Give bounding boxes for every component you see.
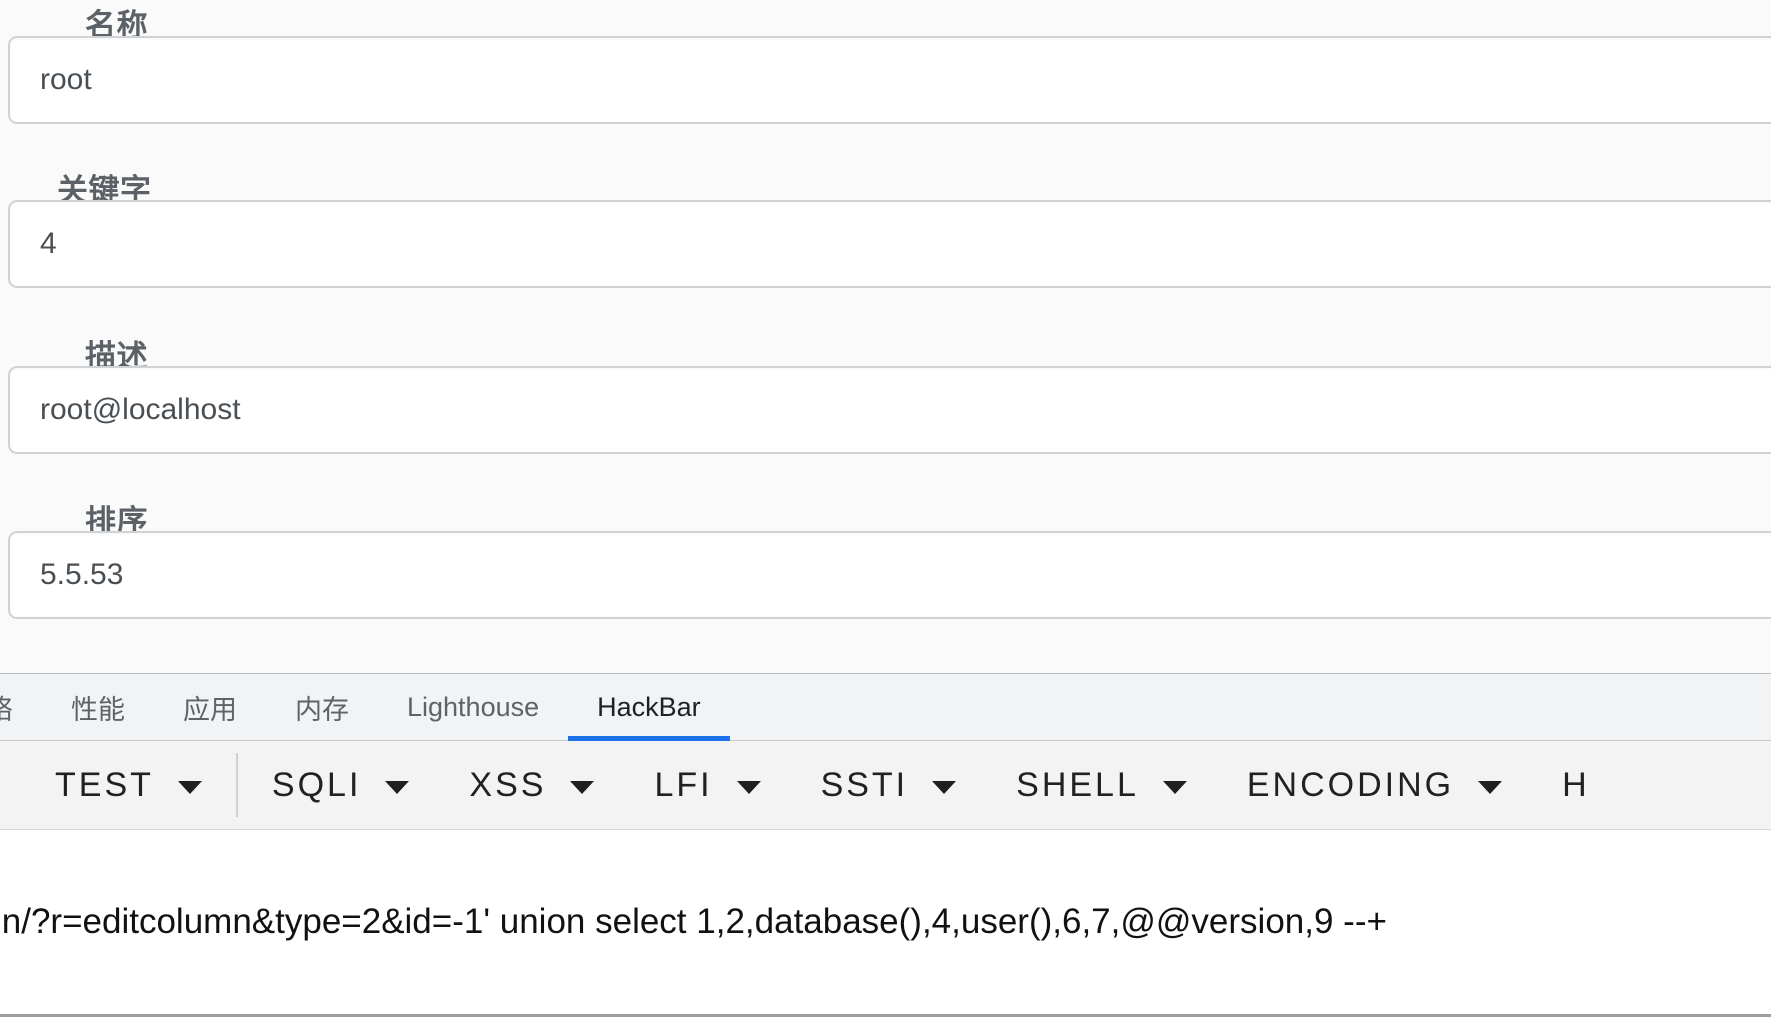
web-page-viewport: 名称 root 关键字 4 描述 root@localhost 排序 5.5.5… xyxy=(0,0,1771,673)
name-input[interactable]: root xyxy=(8,36,1771,124)
hackbar-test-button[interactable]: TEST xyxy=(0,741,232,829)
hackbar-hashing-button[interactable]: H xyxy=(1532,741,1590,829)
chevron-down-icon xyxy=(1162,780,1187,794)
tab-performance[interactable]: 性能 xyxy=(42,674,154,740)
hackbar-encoding-button[interactable]: ENCODING xyxy=(1217,741,1532,829)
tab-hackbar-label: HackBar xyxy=(597,691,701,722)
hackbar-encoding-label: ENCODING xyxy=(1246,765,1455,804)
tab-lighthouse[interactable]: Lighthouse xyxy=(378,674,568,740)
tab-memory-label: 内存 xyxy=(295,694,349,725)
chevron-down-icon xyxy=(177,780,202,794)
hackbar-sqli-button[interactable]: SQLI xyxy=(242,741,439,829)
hackbar-test-label: TEST xyxy=(55,765,154,804)
hackbar-url-row[interactable]: in/?r=editcolumn&type=2&id=-1' union sel… xyxy=(0,830,1771,1017)
tab-network[interactable]: 络 xyxy=(0,674,42,740)
chevron-down-icon xyxy=(932,780,957,794)
hackbar-shell-label: SHELL xyxy=(1016,765,1139,804)
hackbar-xss-button[interactable]: XSS xyxy=(439,741,624,829)
hackbar-xss-label: XSS xyxy=(469,765,547,804)
screenshot-root: 名称 root 关键字 4 描述 root@localhost 排序 5.5.5… xyxy=(0,0,1771,1020)
devtools-tab-strip: 络 性能 应用 内存 Lighthouse HackBar xyxy=(0,674,1771,741)
description-input[interactable]: root@localhost xyxy=(8,366,1771,454)
hackbar-ssti-button[interactable]: SSTI xyxy=(791,741,987,829)
tab-memory[interactable]: 内存 xyxy=(266,674,378,740)
chevron-down-icon xyxy=(1478,780,1503,794)
chevron-down-icon xyxy=(570,780,595,794)
chevron-down-icon xyxy=(385,780,410,794)
chevron-down-icon xyxy=(736,780,761,794)
tab-application-label: 应用 xyxy=(183,694,237,725)
sort-input[interactable]: 5.5.53 xyxy=(8,531,1771,619)
tab-hackbar[interactable]: HackBar xyxy=(568,674,730,741)
hackbar-ssti-label: SSTI xyxy=(820,765,909,804)
hackbar-lfi-label: LFI xyxy=(654,765,713,804)
tab-performance-label: 性能 xyxy=(71,694,125,725)
hackbar-lfi-button[interactable]: LFI xyxy=(624,741,790,829)
hackbar-sqli-label: SQLI xyxy=(271,765,362,804)
devtools-panel: 络 性能 应用 内存 Lighthouse HackBar TEST xyxy=(0,673,1771,1020)
tab-application[interactable]: 应用 xyxy=(154,674,266,740)
hackbar-hashing-label: H xyxy=(1562,765,1590,804)
hackbar-shell-button[interactable]: SHELL xyxy=(986,741,1217,829)
hackbar-url-input[interactable]: in/?r=editcolumn&type=2&id=-1' union sel… xyxy=(0,902,1387,942)
hackbar-toolbar: TEST SQLI XSS LFI SSTI SHELL ENCODING H xyxy=(0,741,1771,830)
tab-lighthouse-label: Lighthouse xyxy=(407,691,540,722)
toolbar-divider xyxy=(235,753,238,817)
tab-network-label: 络 xyxy=(0,688,13,727)
keyword-input[interactable]: 4 xyxy=(8,200,1771,288)
